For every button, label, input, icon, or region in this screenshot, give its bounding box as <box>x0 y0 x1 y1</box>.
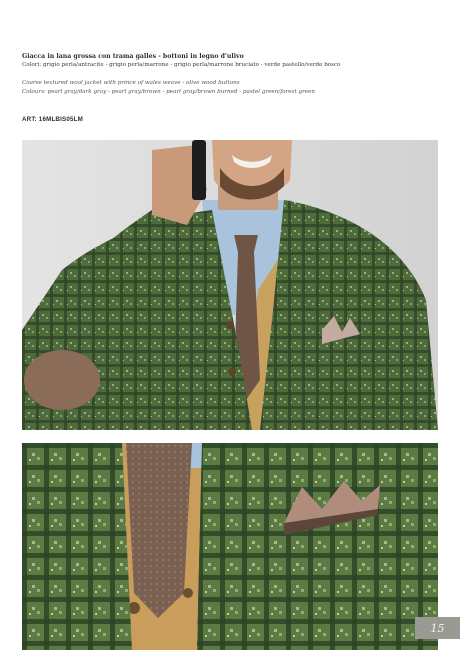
product-colors-english: Colours: pearl gray/dark gray - pearl gr… <box>22 89 315 95</box>
page-number-badge: 15 <box>415 617 460 639</box>
page-number: 15 <box>430 621 445 635</box>
model-photo <box>22 140 438 430</box>
article-code: ART: 16MLBIS05LM <box>22 116 83 123</box>
product-colors-italian: Colori: grigio perla/antracite - grigio … <box>22 62 341 68</box>
fabric-detail-photo <box>22 443 438 650</box>
product-title-english: Coarse textured wool jacket with prince … <box>22 80 240 86</box>
product-title-italian: Giacca in lana grossa con trama galles -… <box>22 53 244 60</box>
